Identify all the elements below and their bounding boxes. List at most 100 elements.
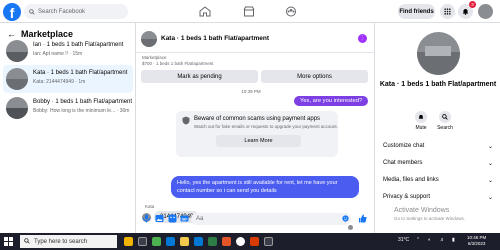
composer: GIF Aa xyxy=(136,209,374,229)
taskbar-search-input[interactable]: Type here to search xyxy=(20,235,117,248)
clock-date: 6/3/2023 xyxy=(467,241,486,246)
search-label: Search xyxy=(437,125,453,131)
search-icon xyxy=(29,8,35,15)
menu-button[interactable] xyxy=(440,4,455,19)
app-icon[interactable] xyxy=(222,237,231,246)
conversation-item-kata[interactable]: Kata · 1 beds 1 bath Flat/apartment Kata… xyxy=(3,65,133,93)
notifications-button[interactable]: 3 xyxy=(458,1,476,19)
message-list: 10:39 PM Yes, are you interested? Beware… xyxy=(136,86,374,230)
store-icon[interactable] xyxy=(194,237,203,246)
image-icon[interactable] xyxy=(155,214,164,223)
bell-icon xyxy=(418,114,424,119)
conversation-preview: Kata: 2144474949 · 1m xyxy=(33,79,86,85)
chevron-down-icon: ⌄ xyxy=(487,194,493,201)
like-icon[interactable] xyxy=(358,214,367,223)
marketplace-icon[interactable] xyxy=(243,6,255,17)
windows-taskbar: Type here to search 31°C ⌃ ◐ ♬ ▮ 10:46 P… xyxy=(0,233,500,250)
learn-more-button[interactable]: Learn More xyxy=(216,135,301,147)
chat-title[interactable]: Kata · 1 beds 1 bath Flat/apartment xyxy=(161,35,269,42)
groups-icon[interactable] xyxy=(285,6,297,17)
cortana-icon[interactable] xyxy=(124,237,133,246)
more-options-button[interactable]: More options xyxy=(261,70,368,83)
chevron-down-icon: ⌄ xyxy=(487,143,493,150)
chat-panel: Kata · 1 beds 1 bath Flat/apartment ⋮ Ma… xyxy=(136,23,374,233)
outgoing-message: Yes, are you interested? xyxy=(294,96,369,106)
grid-icon xyxy=(444,8,451,15)
media-files-row[interactable]: Media, files and links ⌄ xyxy=(379,174,497,186)
notification-badge: 3 xyxy=(469,1,476,8)
microphone-icon[interactable] xyxy=(142,214,151,223)
listing-thumbnail xyxy=(6,68,28,90)
network-icon[interactable]: ◐ xyxy=(428,237,431,243)
row-label: Media, files and links xyxy=(383,177,439,183)
conversation-details-panel: Kata · 1 beds 1 bath Flat/apartment Mute… xyxy=(374,23,500,233)
privacy-support-row[interactable]: Privacy & support ⌄ xyxy=(379,191,497,203)
search-placeholder: Search Facebook xyxy=(38,8,86,15)
message-timestamp: 10:39 PM xyxy=(241,89,261,94)
chrome-icon[interactable] xyxy=(236,237,245,246)
edge-icon[interactable] xyxy=(166,237,175,246)
row-label: Customize chat xyxy=(383,143,425,149)
home-icon[interactable] xyxy=(199,6,211,17)
taskbar-search-placeholder: Type here to search xyxy=(34,238,88,245)
top-bar: f Search Facebook Find friends 3 xyxy=(0,0,500,23)
temperature-label[interactable]: 31°C xyxy=(398,237,409,243)
conversation-name: Bobby · 1 beds 1 bath Flat/apartment xyxy=(33,99,133,105)
mute-label: Mute xyxy=(415,125,427,131)
tray-icons[interactable]: ⌃ xyxy=(416,237,420,243)
row-label: Privacy & support xyxy=(383,194,431,200)
conversation-name: Kata · 1 beds 1 bath Flat/apartment xyxy=(33,70,128,76)
scam-warning-card: Beware of common scams using payment app… xyxy=(176,111,338,157)
listing-thumbnail xyxy=(6,40,28,62)
app-icon[interactable] xyxy=(152,237,161,246)
mark-pending-button[interactable]: Mark as pending xyxy=(141,70,258,83)
facebook-logo[interactable]: f xyxy=(3,3,21,21)
listing-price[interactable]: $700 · 1 beds 1 bath Flat/apartment xyxy=(142,61,214,67)
profile-avatar-button[interactable] xyxy=(478,4,493,19)
windows-start-icon[interactable] xyxy=(4,237,13,246)
outgoing-message: Hello, yes the apartment is still availa… xyxy=(171,176,359,198)
conversation-item-bobby[interactable]: Bobby · 1 beds 1 bath Flat/apartment Bob… xyxy=(3,94,133,122)
emoji-icon[interactable] xyxy=(342,215,349,222)
more-icon[interactable]: ⋮ xyxy=(358,34,367,43)
activate-windows-title: Activate Windows xyxy=(394,207,450,214)
chevron-down-icon: ⌄ xyxy=(487,177,493,184)
search-icon xyxy=(442,114,448,120)
app-icon[interactable] xyxy=(264,237,273,246)
volume-icon[interactable]: ♬ xyxy=(440,237,445,243)
row-label: Chat members xyxy=(383,160,423,166)
shield-icon xyxy=(182,116,190,125)
task-view-icon[interactable] xyxy=(138,237,147,246)
message-input[interactable]: Aa xyxy=(191,213,351,225)
taskbar-clock[interactable]: 10:46 PM 6/3/2023 xyxy=(467,235,486,247)
conversation-item-ian[interactable]: Ian · 1 beds 1 bath Flat/apartment Ian: … xyxy=(3,37,133,65)
app-icon[interactable] xyxy=(208,237,217,246)
chat-header: Kata · 1 beds 1 bath Flat/apartment ⋮ xyxy=(136,23,374,53)
listing-avatar xyxy=(417,32,460,75)
scam-warning-title: Beware of common scams using payment app… xyxy=(194,116,321,122)
activate-windows-subtitle: Go to Settings to activate Windows. xyxy=(394,216,466,221)
bell-icon xyxy=(462,9,469,15)
svg-text:GIF: GIF xyxy=(182,217,189,221)
conversation-list-panel: ← Marketplace Ian · 1 beds 1 bath Flat/a… xyxy=(0,23,136,233)
sticker-icon[interactable] xyxy=(168,214,177,223)
listing-name: Kata · 1 beds 1 bath Flat/apartment xyxy=(379,81,497,88)
mute-button[interactable]: Mute xyxy=(409,111,433,131)
search-conversation-button[interactable]: Search xyxy=(433,111,457,131)
chat-thumbnail xyxy=(141,31,157,47)
customize-chat-row[interactable]: Customize chat ⌄ xyxy=(379,140,497,152)
chat-members-row[interactable]: Chat members ⌄ xyxy=(379,157,497,169)
gif-icon[interactable]: GIF xyxy=(180,214,189,223)
search-input[interactable]: Search Facebook xyxy=(24,4,128,19)
search-icon xyxy=(24,238,30,244)
listing-info: Marketplace $700 · 1 beds 1 bath Flat/ap… xyxy=(142,55,214,67)
conversation-name: Ian · 1 beds 1 bath Flat/apartment xyxy=(33,42,124,48)
scam-warning-text: Watch out for fake emails or requests to… xyxy=(194,124,338,129)
file-explorer-icon[interactable] xyxy=(180,237,189,246)
conversation-preview: Bobby: How long is the minimum le... · 3… xyxy=(33,108,130,114)
chevron-down-icon: ⌄ xyxy=(487,160,493,167)
conversation-preview: Ian: Apt name !! · 15m xyxy=(33,51,83,57)
app-icon[interactable] xyxy=(250,237,259,246)
battery-icon[interactable]: ▮ xyxy=(452,237,455,243)
find-friends-button[interactable]: Find friends xyxy=(398,4,435,19)
